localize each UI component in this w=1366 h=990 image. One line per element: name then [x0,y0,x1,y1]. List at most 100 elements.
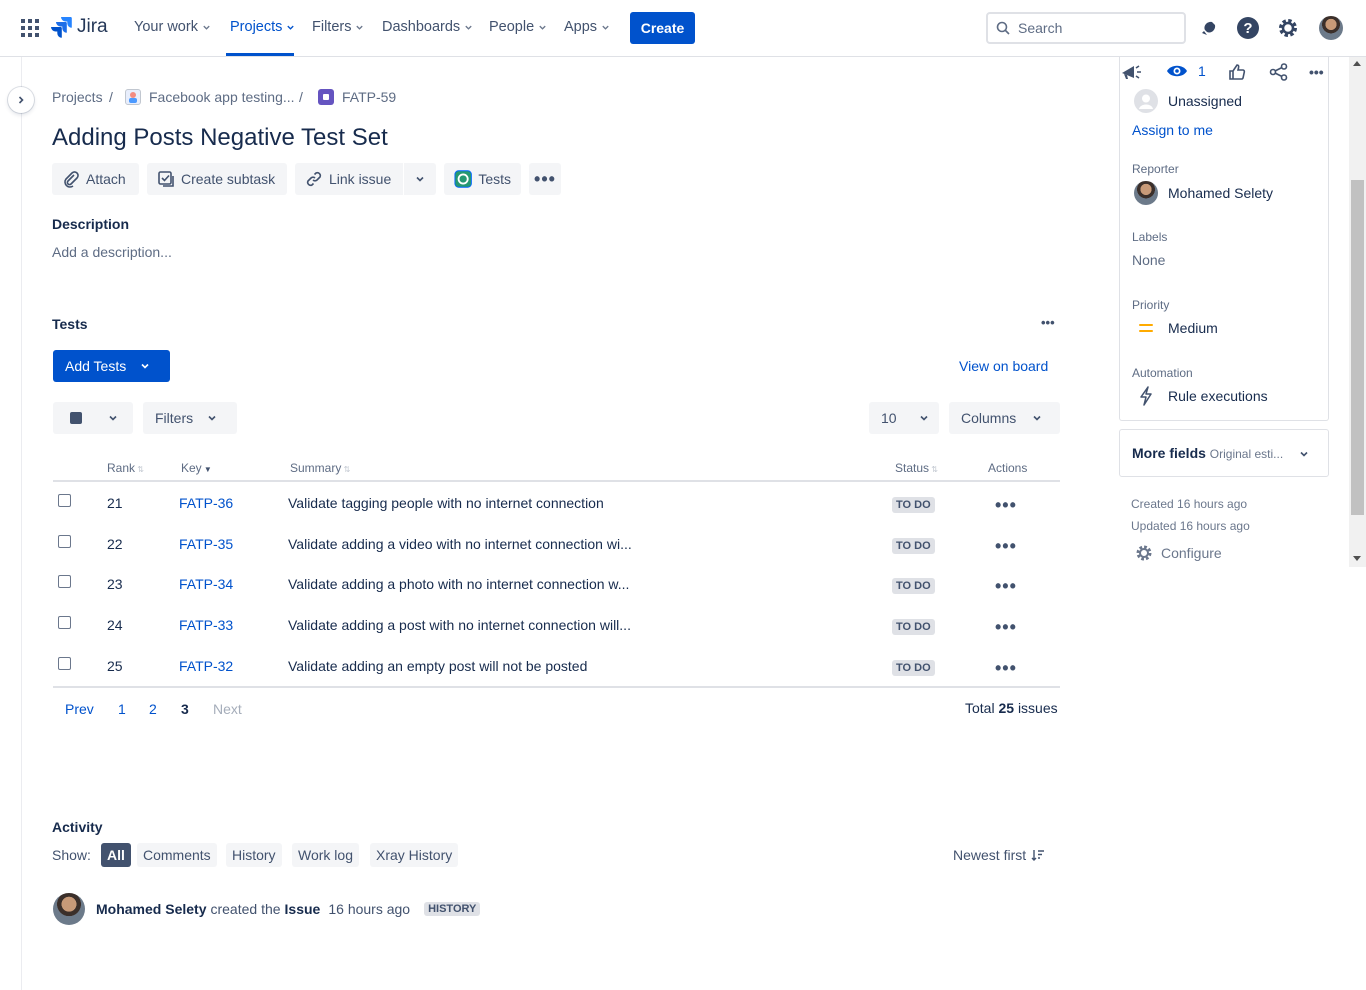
columns-dropdown[interactable]: Columns [949,402,1060,434]
nav-filters[interactable]: Filters [312,19,364,35]
activity-user-avatar[interactable] [53,893,85,925]
breadcrumb-projects[interactable]: Projects [52,89,103,105]
breadcrumb-project[interactable]: Facebook app testing... [149,89,295,105]
table-row[interactable]: 22 FATP-35 Validate adding a video with … [53,523,1060,563]
scroll-up-arrow-icon[interactable] [1353,61,1361,66]
link-issue-label: Link issue [329,171,392,187]
user-avatar[interactable] [1319,16,1343,40]
page-size-select[interactable]: 10 [869,402,939,434]
attach-button[interactable]: Attach [52,163,139,195]
activity-tab-comments[interactable]: Comments [137,843,217,867]
row-checkbox[interactable] [58,535,71,548]
automation-value[interactable]: Rule executions [1168,388,1268,404]
pagination-page-2[interactable]: 2 [149,701,157,717]
column-header-summary[interactable]: Summary ⇅ [290,461,350,475]
row-summary[interactable]: Validate adding a video with no internet… [288,536,632,552]
chevron-down-icon [920,415,928,421]
jira-logo-icon [51,17,72,38]
row-checkbox[interactable] [58,575,71,588]
row-rank: 23 [107,576,123,592]
issue-title[interactable]: Adding Posts Negative Test Set [52,124,388,152]
row-actions-icon[interactable]: ••• [995,536,1017,557]
status-badge: TO DO [892,538,935,554]
nav-your-work[interactable]: Your work [134,19,211,35]
row-actions-icon[interactable]: ••• [995,658,1017,679]
priority-value[interactable]: Medium [1168,320,1218,336]
nav-projects-label: Projects [230,19,283,35]
table-row[interactable]: 24 FATP-33 Validate adding a post with n… [53,604,1060,644]
activity-tab-xray-history[interactable]: Xray History [370,843,459,867]
view-on-board-link[interactable]: View on board [959,358,1048,374]
pagination-page-1[interactable]: 1 [118,701,126,717]
scrollbar-thumb[interactable] [1351,180,1364,515]
row-key-link[interactable]: FATP-35 [179,536,233,552]
create-subtask-button[interactable]: Create subtask [147,163,287,195]
column-header-rank[interactable]: Rank ⇅ [107,461,144,475]
create-button[interactable]: Create [630,12,695,44]
nav-people[interactable]: People [489,19,547,35]
nav-projects[interactable]: Projects [230,19,295,35]
row-summary[interactable]: Validate adding an empty post will not b… [288,658,587,674]
notifications-icon[interactable] [1199,18,1219,38]
more-actions-button[interactable]: ••• [529,163,561,195]
chevron-down-icon [287,25,295,30]
sort-order-button[interactable]: Newest first [953,847,1045,863]
search-input[interactable]: Search [986,12,1186,44]
column-header-status[interactable]: Status ⇅ [895,461,938,475]
row-summary[interactable]: Validate adding a post with no internet … [288,617,631,633]
row-checkbox[interactable] [58,657,71,670]
scroll-down-arrow-icon[interactable] [1353,556,1361,561]
row-key-link[interactable]: FATP-34 [179,576,233,592]
project-avatar-icon [125,89,141,105]
activity-tab-history[interactable]: History [226,843,282,867]
app-switcher-icon[interactable] [21,19,39,37]
link-issue-dropdown[interactable] [404,163,436,195]
assignee-value[interactable]: Unassigned [1168,93,1242,109]
filters-label: Filters [155,410,194,426]
settings-gear-icon[interactable] [1277,17,1299,39]
nav-dashboards[interactable]: Dashboards [382,19,473,35]
table-row[interactable]: 23 FATP-34 Validate adding a photo with … [53,563,1060,603]
assign-to-me-link[interactable]: Assign to me [1132,122,1213,138]
row-key-link[interactable]: FATP-33 [179,617,233,633]
description-field[interactable]: Add a description... [52,244,172,260]
chevron-down-icon [465,25,472,30]
row-summary[interactable]: Validate adding a photo with no internet… [288,576,629,592]
row-actions-icon[interactable]: ••• [995,617,1017,638]
table-row[interactable]: 25 FATP-32 Validate adding an empty post… [53,645,1060,685]
labels-value[interactable]: None [1132,252,1165,268]
activity-user-name[interactable]: Mohamed Selety [96,901,206,917]
reporter-value[interactable]: Mohamed Selety [1168,185,1273,201]
status-header-label: Status [895,461,930,475]
subtask-icon [158,171,174,187]
bulk-select-dropdown[interactable] [53,402,133,434]
row-checkbox[interactable] [58,494,71,507]
filters-dropdown[interactable]: Filters [143,402,237,434]
chevron-down-icon [203,25,210,30]
column-header-key[interactable]: Key ▼ [181,461,212,475]
breadcrumb-issue-key[interactable]: FATP-59 [342,89,396,105]
row-key-link[interactable]: FATP-32 [179,658,233,674]
expand-sidebar-button[interactable] [8,87,34,113]
reporter-avatar [1134,181,1158,205]
tests-button[interactable]: Tests [444,163,521,195]
pagination-page-3-current[interactable]: 3 [181,701,189,717]
add-tests-button[interactable]: Add Tests [53,350,170,382]
table-row[interactable]: 21 FATP-36 Validate tagging people with … [53,482,1060,522]
jira-logo[interactable]: Jira [51,16,108,38]
tests-panel-more-icon[interactable]: ••• [1041,315,1055,330]
row-key-link[interactable]: FATP-36 [179,495,233,511]
row-actions-icon[interactable]: ••• [995,576,1017,597]
nav-apps[interactable]: Apps [564,19,610,35]
activity-title: Activity [52,819,103,835]
row-summary[interactable]: Validate tagging people with no internet… [288,495,604,511]
help-icon[interactable]: ? [1237,17,1259,39]
row-actions-icon[interactable]: ••• [995,495,1017,516]
more-fields-section[interactable]: More fields Original esti... [1119,429,1329,477]
link-issue-button[interactable]: Link issue [295,163,403,195]
activity-tab-all[interactable]: All [101,843,131,867]
pagination-prev[interactable]: Prev [65,701,94,717]
activity-tab-work-log[interactable]: Work log [292,843,359,867]
row-checkbox[interactable] [58,616,71,629]
configure-button[interactable]: Configure [1135,544,1222,562]
